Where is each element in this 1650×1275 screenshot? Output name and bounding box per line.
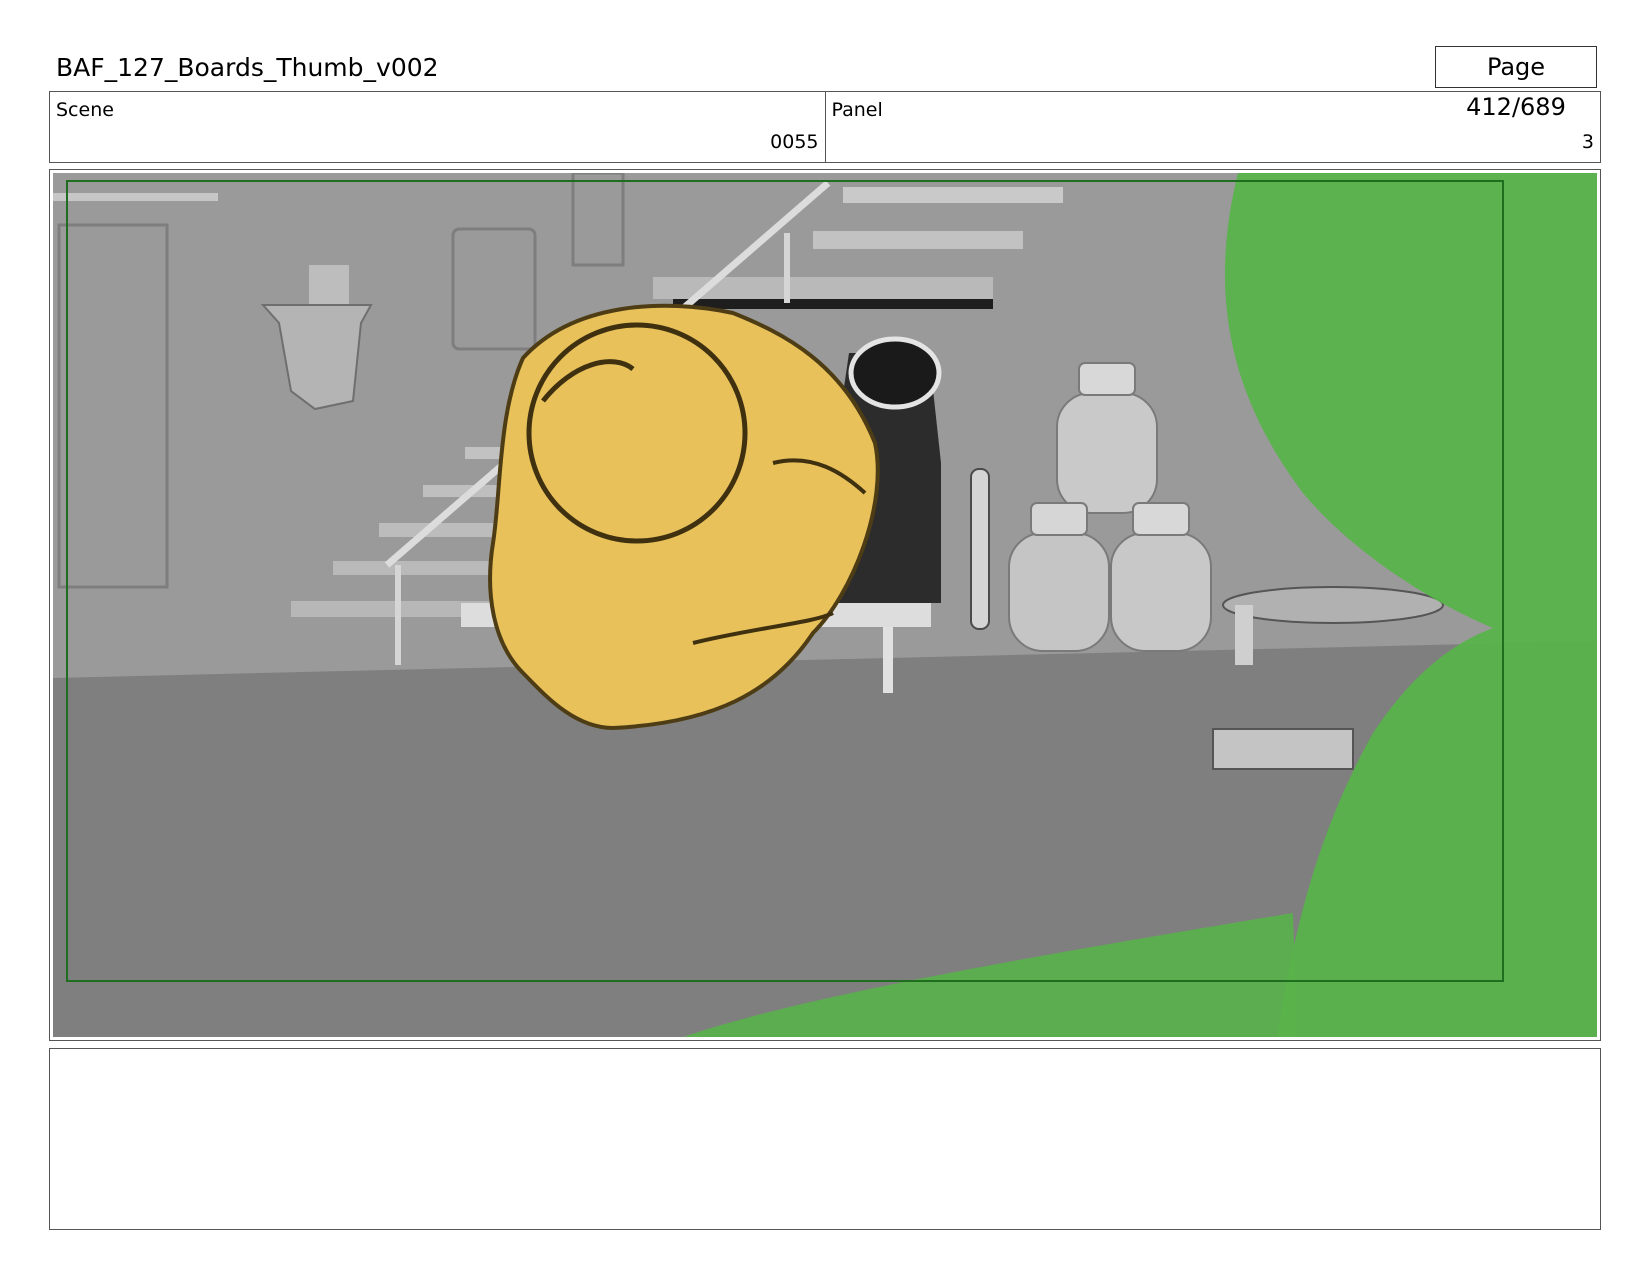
panel-value: 3	[1581, 131, 1594, 153]
side-table-leg	[1235, 605, 1253, 665]
storyboard-panel-frame	[49, 169, 1601, 1041]
propane-tank	[1008, 532, 1110, 652]
scene-value: 0055	[770, 131, 819, 153]
stair-step	[843, 187, 1063, 203]
wall-rail	[53, 193, 218, 201]
propane-tank-valve	[1132, 502, 1190, 536]
scene-panel-info-row: Scene 0055 Panel 3	[49, 91, 1601, 163]
storyboard-panel-image	[53, 173, 1597, 1037]
stair-step	[813, 231, 1023, 249]
panel-notes-box	[49, 1048, 1601, 1230]
stair-shadow	[673, 299, 993, 309]
propane-tank-valve	[1030, 502, 1088, 536]
scene-cell: Scene 0055	[50, 92, 825, 162]
carriage-leg	[883, 627, 893, 693]
propane-tank-valve	[1078, 362, 1136, 396]
ornament-post	[309, 265, 349, 307]
panel-cell: Panel 3	[824, 92, 1601, 162]
scene-label: Scene	[56, 99, 114, 121]
propane-tank	[1110, 532, 1212, 652]
cannon-wheel	[970, 468, 990, 630]
page-indicator: Page 412/689	[1435, 46, 1597, 121]
panel-label: Panel	[831, 99, 883, 121]
stair-step	[333, 561, 513, 575]
side-table-top	[1222, 586, 1444, 624]
propane-tank	[1056, 392, 1158, 514]
cannon-muzzle	[848, 336, 942, 410]
document-title: BAF_127_Boards_Thumb_v002	[56, 53, 439, 82]
side-table-shelf	[1212, 728, 1354, 770]
